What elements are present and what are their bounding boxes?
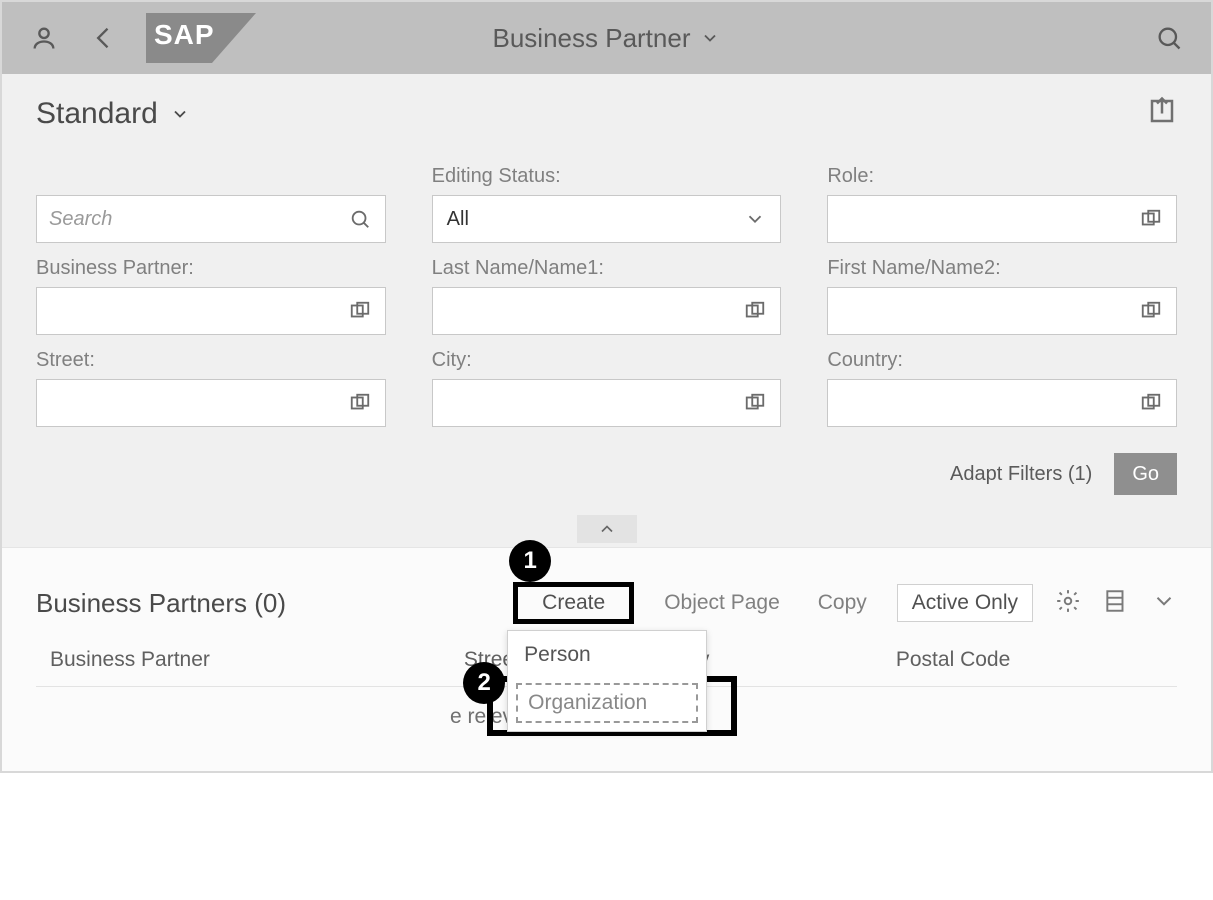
- create-menu: Person Organization: [507, 630, 707, 732]
- business-partner-input-wrap: [36, 287, 386, 335]
- gear-icon: [1055, 588, 1081, 614]
- table-toolbar: Business Partners (0) 1 Create Person Or…: [36, 582, 1177, 624]
- street-label: Street:: [36, 349, 386, 373]
- active-only-toggle[interactable]: Active Only: [897, 584, 1033, 622]
- search-icon[interactable]: [345, 204, 375, 234]
- shell-title-text: Business Partner: [493, 23, 691, 54]
- go-button[interactable]: Go: [1114, 453, 1177, 495]
- shell-header: SAP Business Partner: [2, 2, 1211, 74]
- value-help-icon[interactable]: [1136, 296, 1166, 326]
- value-help-icon[interactable]: [345, 296, 375, 326]
- editing-status-select[interactable]: All: [432, 195, 782, 243]
- first-name-input-wrap: [827, 287, 1177, 335]
- copy-button[interactable]: Copy: [810, 587, 875, 619]
- variant-label: Standard: [36, 97, 158, 131]
- editing-status-field: Editing Status: All: [432, 165, 782, 243]
- country-input-wrap: [827, 379, 1177, 427]
- page-header: Standard: [2, 74, 1211, 137]
- app-frame: SAP Business Partner Standard: [0, 0, 1213, 773]
- export-button[interactable]: [1103, 588, 1129, 619]
- last-name-input[interactable]: [443, 299, 741, 324]
- column-header[interactable]: Postal Code: [896, 648, 1163, 672]
- annotation-box-1: Create: [513, 582, 634, 624]
- variant-selector[interactable]: Standard: [36, 97, 190, 131]
- city-input-wrap: [432, 379, 782, 427]
- annotation-badge-2: 2: [463, 662, 505, 704]
- collapse-row: [2, 515, 1211, 547]
- street-input[interactable]: [47, 391, 345, 416]
- search-icon[interactable]: [1151, 20, 1187, 56]
- country-label: Country:: [827, 349, 1177, 373]
- first-name-input[interactable]: [838, 299, 1136, 324]
- street-input-wrap: [36, 379, 386, 427]
- create-button[interactable]: Create: [534, 587, 613, 618]
- first-name-label: First Name/Name2:: [827, 257, 1177, 281]
- filter-bar: Editing Status: All Role:: [2, 137, 1211, 515]
- search-label: [36, 165, 386, 189]
- search-input[interactable]: [47, 207, 345, 232]
- first-name-field: First Name/Name2:: [827, 257, 1177, 335]
- role-input[interactable]: [838, 207, 1136, 232]
- role-label: Role:: [827, 165, 1177, 189]
- value-help-icon[interactable]: [740, 296, 770, 326]
- value-help-icon[interactable]: [1136, 388, 1166, 418]
- city-input[interactable]: [443, 391, 741, 416]
- shell-title-dropdown[interactable]: Business Partner: [493, 23, 721, 54]
- last-name-field: Last Name/Name1:: [432, 257, 782, 335]
- table-section: Business Partners (0) 1 Create Person Or…: [2, 547, 1211, 771]
- sap-logo: SAP: [146, 13, 256, 63]
- editing-status-value: All: [443, 208, 741, 231]
- adapt-filters-button[interactable]: Adapt Filters (1): [950, 463, 1092, 486]
- value-help-icon[interactable]: [1136, 204, 1166, 234]
- city-field: City:: [432, 349, 782, 427]
- shell-left: SAP: [26, 13, 256, 63]
- search-field: [36, 165, 386, 243]
- column-header[interactable]: Business Partner: [50, 648, 384, 672]
- last-name-label: Last Name/Name1:: [432, 257, 782, 281]
- role-input-wrap: [827, 195, 1177, 243]
- country-input[interactable]: [838, 391, 1136, 416]
- object-page-button[interactable]: Object Page: [656, 587, 788, 619]
- export-menu-chevron[interactable]: [1151, 588, 1177, 619]
- export-spreadsheet-icon: [1103, 588, 1129, 614]
- create-menu-person[interactable]: Person: [508, 631, 706, 679]
- chevron-down-icon: [1151, 588, 1177, 614]
- annotation-badge-1: 1: [509, 540, 551, 582]
- create-button-wrapper: 1 Create Person Organization 2: [513, 582, 634, 624]
- back-icon[interactable]: [86, 20, 122, 56]
- filter-footer: Adapt Filters (1) Go: [36, 427, 1177, 505]
- create-menu-organization[interactable]: Organization: [516, 683, 698, 723]
- sap-logo-text: SAP: [154, 19, 215, 51]
- collapse-filterbar-button[interactable]: [577, 515, 637, 543]
- chevron-up-icon: [597, 519, 617, 539]
- value-help-icon[interactable]: [345, 388, 375, 418]
- business-partner-label: Business Partner:: [36, 257, 386, 281]
- value-help-icon[interactable]: [740, 388, 770, 418]
- city-label: City:: [432, 349, 782, 373]
- last-name-input-wrap: [432, 287, 782, 335]
- search-input-wrap: [36, 195, 386, 243]
- settings-button[interactable]: [1055, 588, 1081, 619]
- country-field: Country:: [827, 349, 1177, 427]
- chevron-down-icon: [170, 104, 190, 124]
- business-partner-field: Business Partner:: [36, 257, 386, 335]
- business-partner-input[interactable]: [47, 299, 345, 324]
- share-button[interactable]: [1147, 96, 1177, 131]
- chevron-down-icon: [740, 204, 770, 234]
- role-field: Role:: [827, 165, 1177, 243]
- street-field: Street:: [36, 349, 386, 427]
- table-title: Business Partners (0): [36, 588, 286, 619]
- user-icon[interactable]: [26, 20, 62, 56]
- editing-status-label: Editing Status:: [432, 165, 782, 189]
- chevron-down-icon: [700, 28, 720, 48]
